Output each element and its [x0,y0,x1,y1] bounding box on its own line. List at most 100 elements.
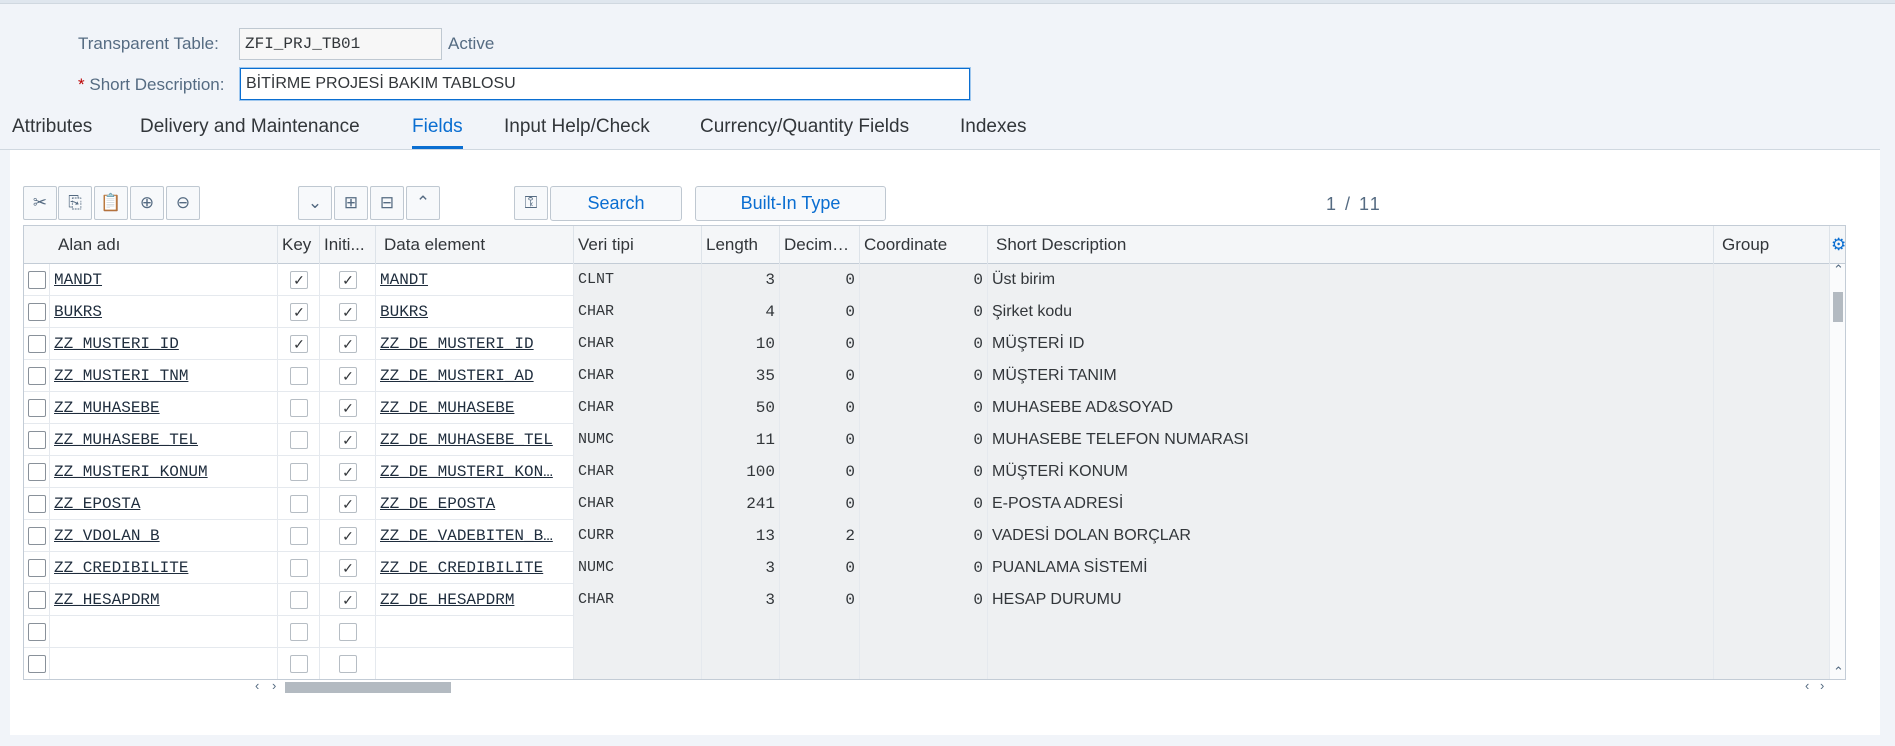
table-row[interactable]: ZZ_VDOLAN_B ✓ ZZ_DE_VADEBITEN_B… CURR 13 2 0 VA… [24,520,1830,552]
col-initial[interactable]: Initi... [320,226,376,264]
builtin-type-button[interactable]: Built-In Type [695,186,886,221]
table-row[interactable]: ZZ_CREDIBILITE ✓ ZZ_DE_CREDIBILITE NUMC 3 0 0 P… [24,552,1830,584]
col-coordinate[interactable]: Coordinate [860,226,988,264]
table-row[interactable] [24,648,1830,679]
row-select-checkbox[interactable] [28,655,46,673]
initial-values-checkbox[interactable]: ✓ [339,559,357,577]
search-key-icon[interactable]: ⚿ [514,186,548,220]
insert-icon[interactable]: ⊞ [334,186,368,220]
initial-values-checkbox[interactable]: ✓ [339,527,357,545]
settings-icon[interactable]: ⚙ [1830,226,1845,264]
key-checkbox[interactable] [290,655,308,673]
col-short-description[interactable]: Short Description [988,226,1714,264]
horizontal-scrollbar[interactable]: ‹ › ‹ › [230,678,1846,694]
cell-data-element[interactable]: BUKRS [376,296,574,328]
key-checkbox[interactable] [290,495,308,513]
cell-field-name[interactable]: ZZ_MUHASEBE [50,392,278,424]
initial-values-checkbox[interactable]: ✓ [339,431,357,449]
key-checkbox[interactable] [290,463,308,481]
cell-data-element[interactable]: ZZ_DE_MUHASEBE [376,392,574,424]
row-select-checkbox[interactable] [28,271,46,289]
key-checkbox[interactable] [290,399,308,417]
scroll-down-icon[interactable]: ⌃ [1833,664,1844,679]
row-select-checkbox[interactable] [28,495,46,513]
scroll-left-end-icon[interactable]: ‹ [1805,678,1809,693]
horizontal-scroll-thumb[interactable] [285,682,451,693]
table-row[interactable]: ZZ_MUSTERI_ID ✓ ✓ ZZ_DE_MUSTERI_ID CHAR 10 0 0 M… [24,328,1830,360]
cell-field-name[interactable]: ZZ_VDOLAN_B [50,520,278,552]
scroll-right-end-icon[interactable]: › [1820,678,1824,693]
cell-data-element[interactable]: ZZ_DE_MUSTERI_KON… [376,456,574,488]
cell-data-element[interactable]: ZZ_DE_MUSTERI_ID [376,328,574,360]
row-select-checkbox[interactable] [28,559,46,577]
scroll-up-icon[interactable]: ⌃ [1833,262,1844,278]
insert-row-icon[interactable]: ⊕ [130,186,164,220]
key-checkbox[interactable] [290,559,308,577]
key-checkbox[interactable]: ✓ [290,335,308,353]
delete-row-icon[interactable]: ⊖ [166,186,200,220]
key-checkbox[interactable] [290,527,308,545]
table-row[interactable]: ZZ_MUHASEBE ✓ ZZ_DE_MUHASEBE CHAR 50 0 0 MUHASE… [24,392,1830,424]
scroll-left-icon[interactable]: ‹ [255,678,259,693]
cell-field-name[interactable]: ZZ_MUSTERI_TNM [50,360,278,392]
table-name-field[interactable]: ZFI_PRJ_TB01 [239,28,442,60]
initial-values-checkbox[interactable]: ✓ [339,271,357,289]
initial-values-checkbox[interactable]: ✓ [339,495,357,513]
copy-icon[interactable]: ⎘ [58,186,92,220]
tab-currency-quantity[interactable]: Currency/Quantity Fields [700,116,909,146]
key-checkbox[interactable] [290,431,308,449]
cell-data-element[interactable] [376,648,574,679]
cell-data-element[interactable]: ZZ_DE_MUHASEBE_TEL [376,424,574,456]
cell-data-element[interactable]: MANDT [376,264,574,296]
cell-data-element[interactable]: ZZ_DE_HESAPDRM [376,584,574,616]
tab-attributes[interactable]: Attributes [12,116,92,146]
row-select-checkbox[interactable] [28,527,46,545]
row-select-checkbox[interactable] [28,399,46,417]
col-length[interactable]: Length [702,226,780,264]
cell-field-name[interactable]: BUKRS [50,296,278,328]
row-select-checkbox[interactable] [28,623,46,641]
initial-values-checkbox[interactable]: ✓ [339,335,357,353]
key-checkbox[interactable] [290,591,308,609]
tab-fields[interactable]: Fields [412,116,463,149]
initial-values-checkbox[interactable]: ✓ [339,591,357,609]
cut-icon[interactable]: ✂ [23,186,57,220]
tab-input-help-check[interactable]: Input Help/Check [504,116,650,146]
cell-field-name[interactable]: ZZ_CREDIBILITE [50,552,278,584]
table-row[interactable]: ZZ_MUHASEBE_TEL ✓ ZZ_DE_MUHASEBE_TEL NUMC 11… [24,424,1830,456]
vertical-scrollbar[interactable]: ⌃ ⌃ [1830,262,1845,679]
table-row[interactable] [24,616,1830,648]
col-data-element[interactable]: Data element [376,226,574,264]
cell-field-name[interactable] [50,648,278,679]
collapse-icon[interactable]: ⊟ [370,186,404,220]
expand-all-icon[interactable]: ⌄ [298,186,332,220]
table-row[interactable]: ZZ_MUSTERI_TNM ✓ ZZ_DE_MUSTERI_AD CHAR 35 0 0 M… [24,360,1830,392]
initial-values-checkbox[interactable]: ✓ [339,367,357,385]
cell-data-element[interactable] [376,616,574,648]
col-key[interactable]: Key [278,226,320,264]
cell-data-element[interactable]: ZZ_DE_EPOSTA [376,488,574,520]
row-select-checkbox[interactable] [28,431,46,449]
cell-data-element[interactable]: ZZ_DE_CREDIBILITE [376,552,574,584]
tab-indexes[interactable]: Indexes [960,116,1027,146]
key-checkbox[interactable]: ✓ [290,303,308,321]
cell-field-name[interactable]: MANDT [50,264,278,296]
search-button[interactable]: Search [550,186,682,221]
table-row[interactable]: ZZ_MUSTERI_KONUM ✓ ZZ_DE_MUSTERI_KON… CHAR 1… [24,456,1830,488]
table-row[interactable]: ZZ_EPOSTA ✓ ZZ_DE_EPOSTA CHAR 241 0 0 E-POSTA A… [24,488,1830,520]
key-checkbox[interactable] [290,367,308,385]
col-veri-tipi[interactable]: Veri tipi [574,226,702,264]
row-select-checkbox[interactable] [28,335,46,353]
cell-field-name[interactable]: ZZ_HESAPDRM [50,584,278,616]
initial-values-checkbox[interactable]: ✓ [339,303,357,321]
key-checkbox[interactable] [290,623,308,641]
initial-values-checkbox[interactable]: ✓ [339,463,357,481]
cell-field-name[interactable]: ZZ_MUHASEBE_TEL [50,424,278,456]
cell-data-element[interactable]: ZZ_DE_MUSTERI_AD [376,360,574,392]
col-alan-adi[interactable]: Alan adı [50,226,278,264]
cell-field-name[interactable]: ZZ_MUSTERI_ID [50,328,278,360]
col-group[interactable]: Group [1714,226,1830,264]
row-select-checkbox[interactable] [28,463,46,481]
paste-icon[interactable]: 📋 [94,186,128,220]
cell-data-element[interactable]: ZZ_DE_VADEBITEN_B… [376,520,574,552]
